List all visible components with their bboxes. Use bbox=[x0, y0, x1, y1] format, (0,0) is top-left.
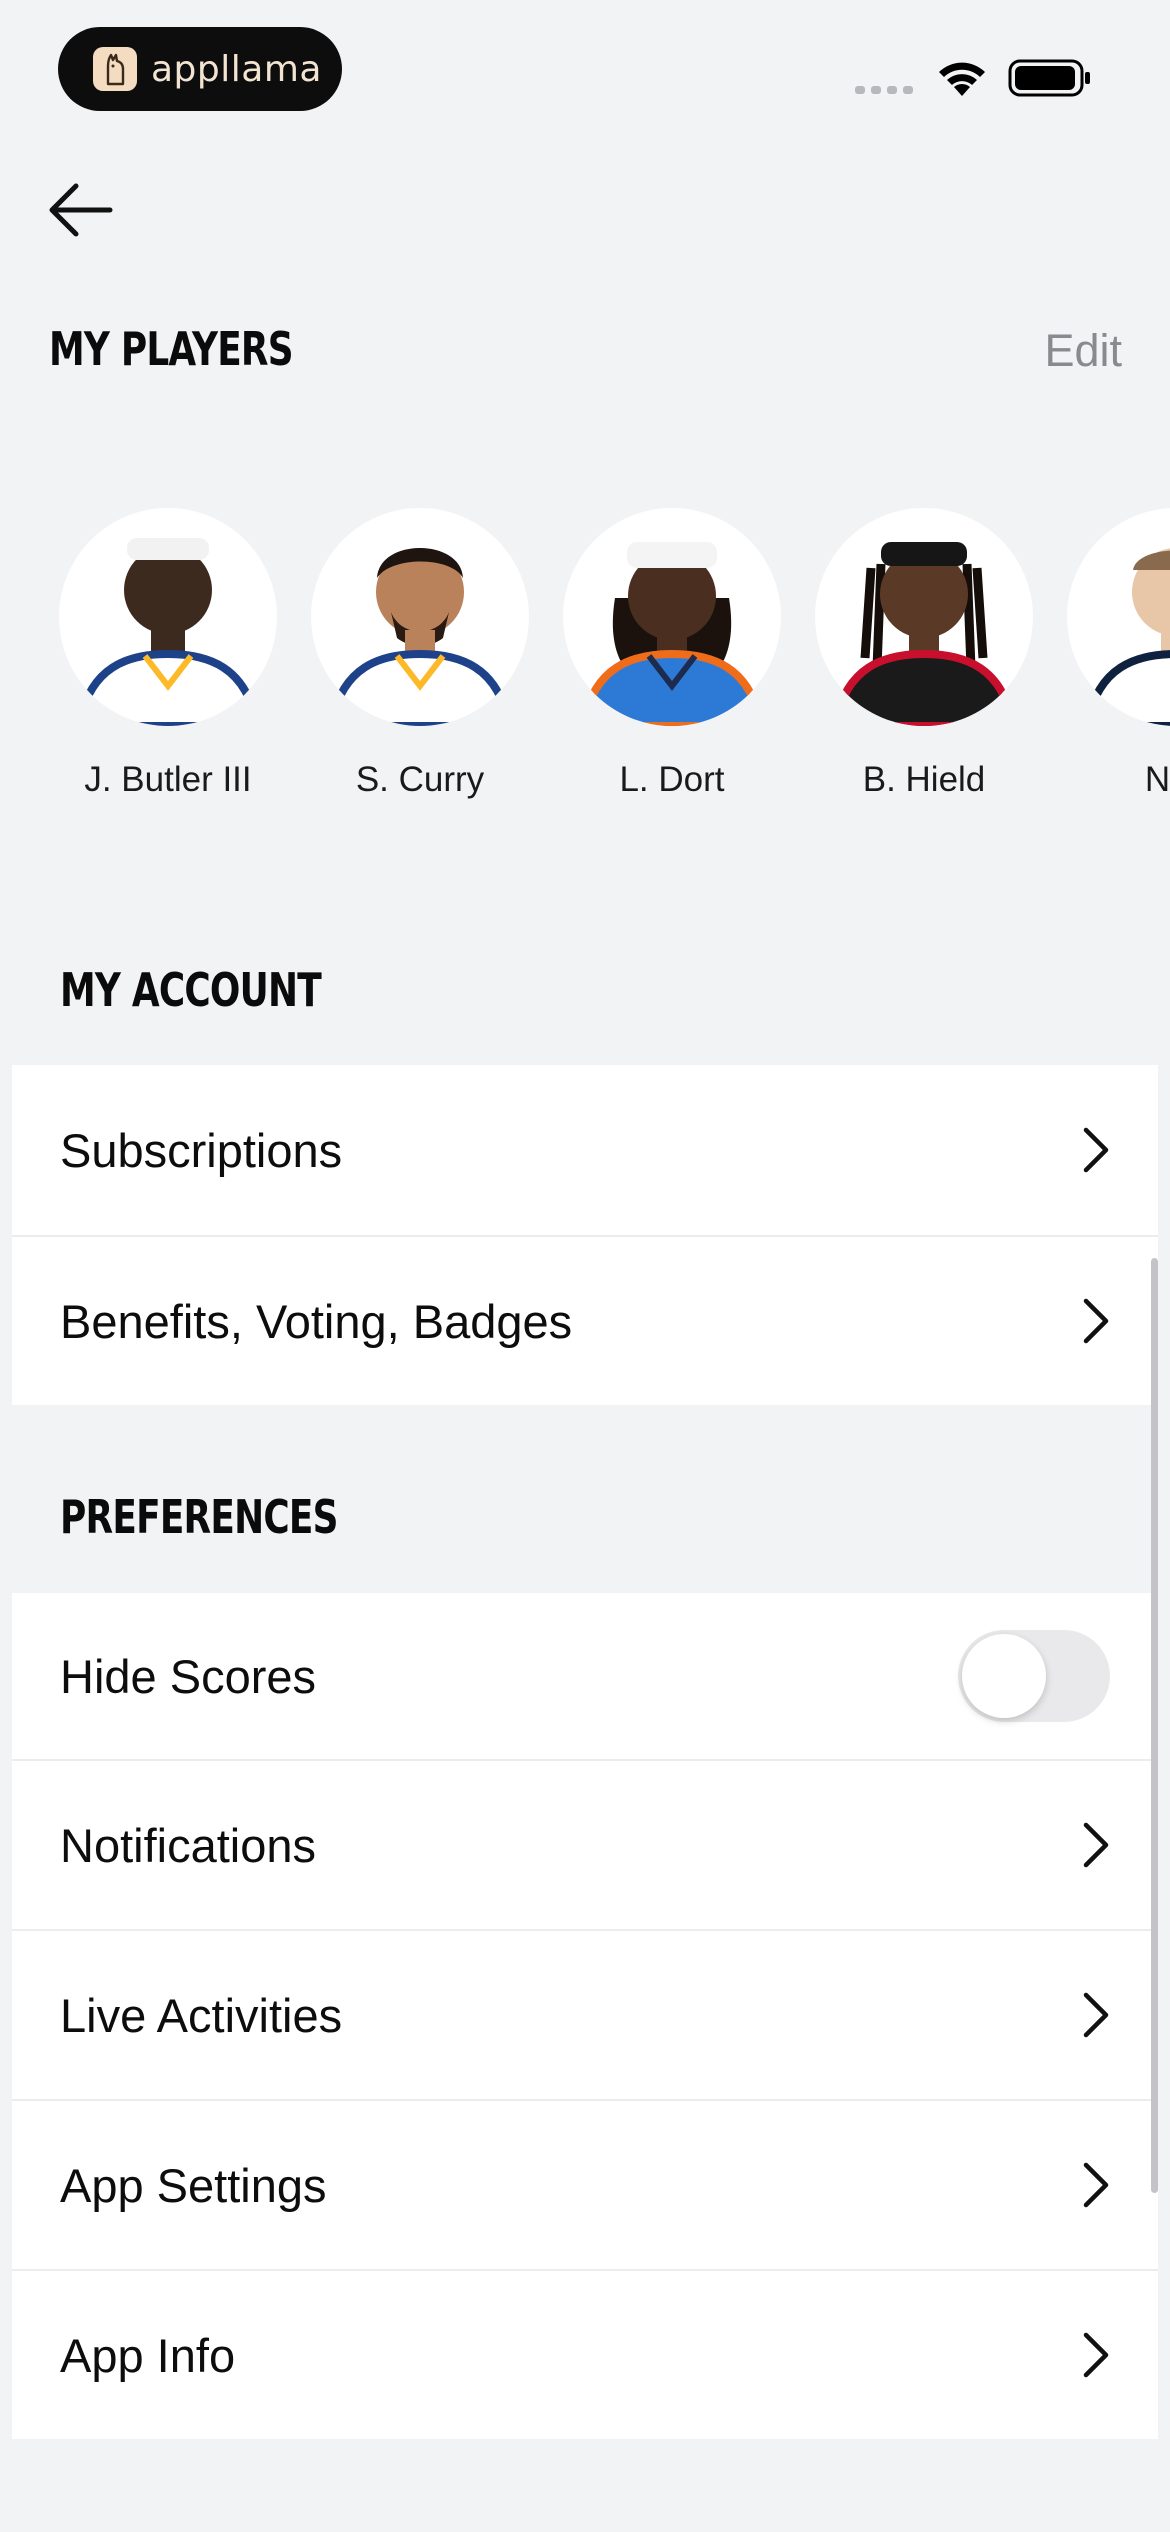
player-name: J. Butler III bbox=[84, 760, 252, 799]
edit-button[interactable]: Edit bbox=[1044, 325, 1122, 377]
llama-logo-icon bbox=[93, 47, 137, 91]
player-card[interactable]: N. J bbox=[1066, 508, 1170, 800]
back-button[interactable] bbox=[44, 175, 124, 245]
my-account-list: Subscriptions Benefits, Voting, Badges bbox=[12, 1065, 1158, 1405]
chevron-right-icon bbox=[1083, 2332, 1109, 2378]
arrow-left-icon bbox=[49, 183, 113, 237]
row-label: Live Activities bbox=[60, 1988, 343, 2042]
players-carousel[interactable]: J. Butler III S. Curry L. Dort B. Hield … bbox=[0, 508, 1170, 818]
hide-scores-toggle[interactable] bbox=[958, 1630, 1110, 1722]
preferences-list: Hide Scores Notifications Live Activitie… bbox=[12, 1593, 1158, 2439]
hide-scores-row: Hide Scores bbox=[12, 1593, 1158, 1759]
player-card[interactable]: L. Dort bbox=[562, 508, 782, 800]
player-avatar bbox=[311, 508, 529, 726]
row-label: Benefits, Voting, Badges bbox=[60, 1294, 573, 1348]
chevron-right-icon bbox=[1083, 2162, 1109, 2208]
app-settings-row[interactable]: App Settings bbox=[12, 2099, 1158, 2269]
player-avatar bbox=[815, 508, 1033, 726]
row-label: App Settings bbox=[60, 2158, 327, 2212]
benefits-voting-badges-row[interactable]: Benefits, Voting, Badges bbox=[12, 1235, 1158, 1405]
player-name: L. Dort bbox=[619, 760, 725, 799]
player-name: N. J bbox=[1144, 760, 1170, 799]
subscriptions-row[interactable]: Subscriptions bbox=[12, 1065, 1158, 1235]
toggle-knob bbox=[962, 1634, 1046, 1718]
brand-badge: appllama bbox=[58, 27, 342, 111]
my-players-title: MY PLAYERS bbox=[49, 322, 294, 376]
app-info-row[interactable]: App Info bbox=[12, 2269, 1158, 2439]
row-label: Notifications bbox=[60, 1818, 316, 1872]
cellular-signal-icon bbox=[855, 86, 913, 94]
player-card[interactable]: J. Butler III bbox=[58, 508, 278, 800]
chevron-right-icon bbox=[1083, 1127, 1109, 1173]
chevron-right-icon bbox=[1083, 1992, 1109, 2038]
player-avatar bbox=[59, 508, 277, 726]
notifications-row[interactable]: Notifications bbox=[12, 1759, 1158, 1929]
battery-icon bbox=[1008, 59, 1090, 97]
wifi-icon bbox=[939, 62, 985, 96]
row-label: Hide Scores bbox=[60, 1649, 316, 1703]
my-account-title: MY ACCOUNT bbox=[60, 963, 322, 1017]
player-name: S. Curry bbox=[355, 760, 485, 799]
player-card[interactable]: B. Hield bbox=[814, 508, 1034, 800]
row-label: Subscriptions bbox=[60, 1123, 343, 1177]
brand-name: appllama bbox=[151, 48, 322, 90]
row-label: App Info bbox=[60, 2328, 236, 2382]
chevron-right-icon bbox=[1083, 1822, 1109, 1868]
player-avatar bbox=[1067, 508, 1170, 726]
live-activities-row[interactable]: Live Activities bbox=[12, 1929, 1158, 2099]
status-bar: appllama bbox=[0, 0, 1170, 150]
player-card[interactable]: S. Curry bbox=[310, 508, 530, 800]
preferences-title: PREFERENCES bbox=[60, 1490, 339, 1544]
chevron-right-icon bbox=[1083, 1298, 1109, 1344]
vertical-scrollbar[interactable] bbox=[1151, 1258, 1158, 2193]
player-name: B. Hield bbox=[862, 760, 986, 799]
player-avatar bbox=[563, 508, 781, 726]
